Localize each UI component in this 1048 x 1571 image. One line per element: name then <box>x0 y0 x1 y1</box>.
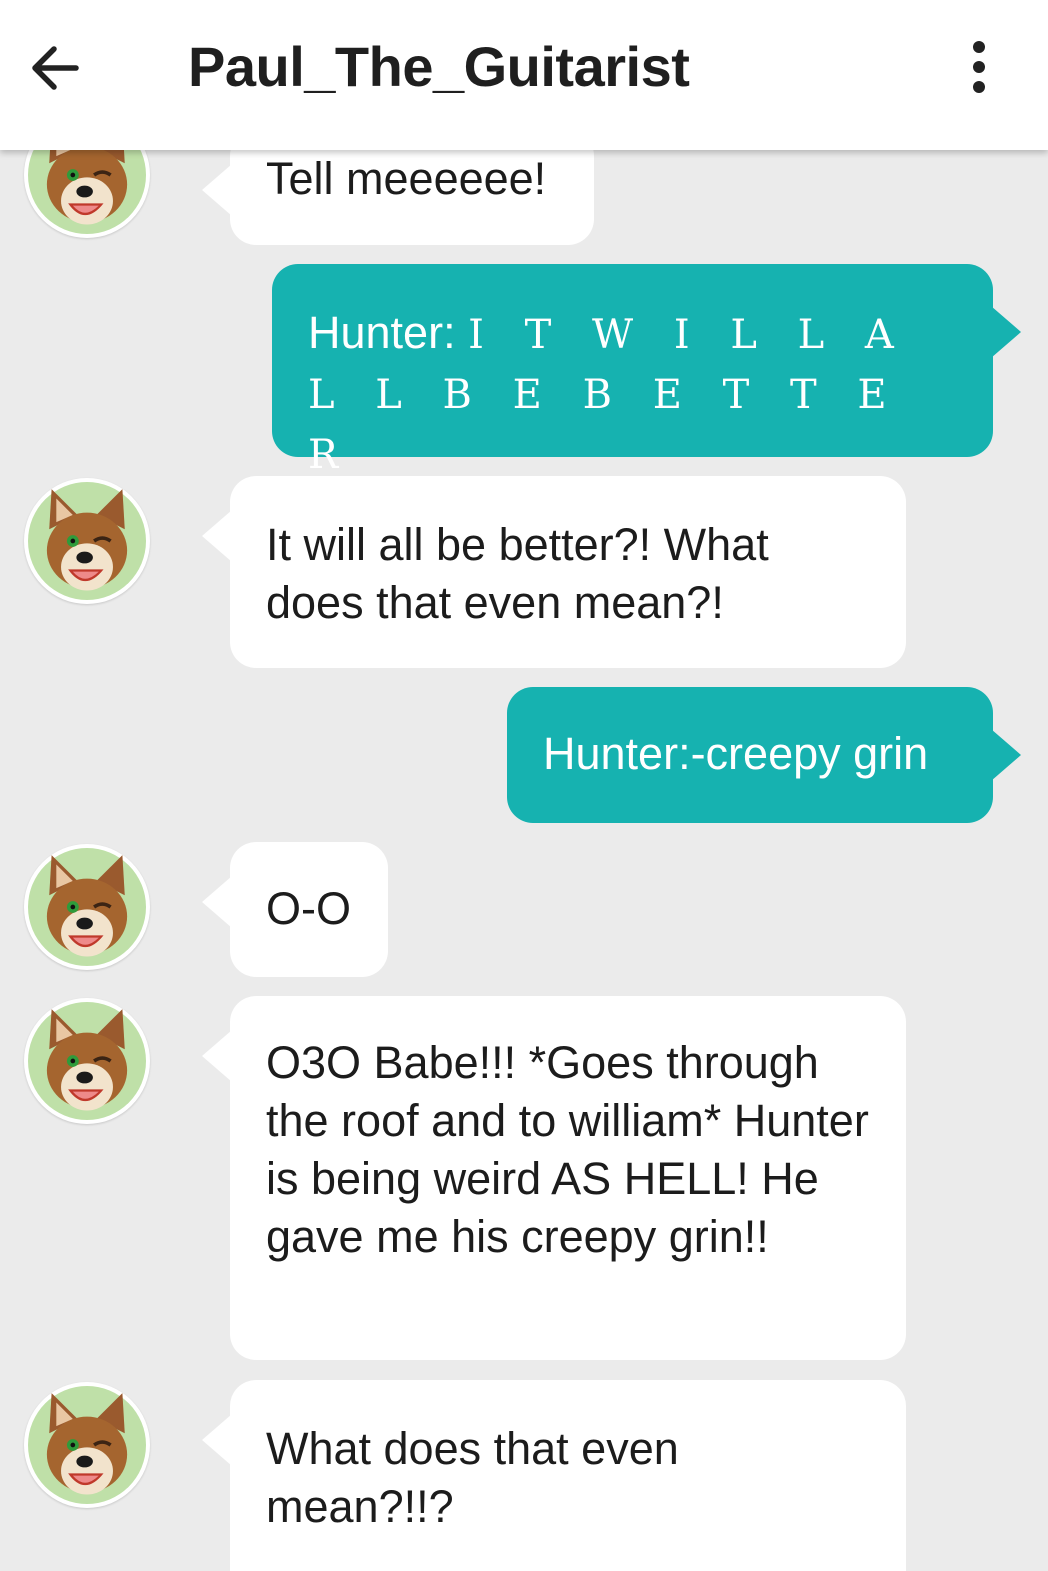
message-text: It will all be better?! What does that e… <box>266 519 769 628</box>
message-list[interactable]: Tell meeeeee! Hunter: I T W I L L A L L … <box>0 0 1048 1571</box>
back-button[interactable] <box>24 38 88 98</box>
message-text: Hunter:-creepy grin <box>543 728 929 779</box>
avatar[interactable] <box>24 1382 150 1508</box>
wolf-avatar-icon <box>28 1386 146 1504</box>
incoming-message[interactable]: It will all be better?! What does that e… <box>202 476 906 668</box>
incoming-message[interactable]: O-O <box>202 842 388 977</box>
outgoing-message[interactable]: Hunter:-creepy grin <box>507 687 1021 823</box>
avatar[interactable] <box>24 844 150 970</box>
wolf-avatar-icon <box>28 482 146 600</box>
app-bar: Paul_The_Guitarist <box>0 0 1048 150</box>
conversation-title: Paul_The_Guitarist <box>188 35 690 98</box>
message-prefix: Hunter: <box>308 307 469 358</box>
wolf-avatar-icon <box>28 1002 146 1120</box>
more-vertical-icon <box>973 41 985 93</box>
avatar[interactable] <box>24 998 150 1124</box>
message-text: Hunter: I T W I L L A L L B E B E T T E … <box>308 304 957 484</box>
incoming-message[interactable]: What does that even mean?!!? <box>202 1380 906 1571</box>
message-text: O-O <box>266 883 351 934</box>
message-text: What does that even mean?!!? <box>266 1423 679 1532</box>
wolf-avatar-icon <box>28 848 146 966</box>
outgoing-message[interactable]: Hunter: I T W I L L A L L B E B E T T E … <box>272 264 1021 478</box>
more-options-button[interactable] <box>954 38 1004 98</box>
arrow-left-icon <box>32 46 79 90</box>
message-text: O3O Babe!!! *Goes through the roof and t… <box>266 1037 869 1262</box>
avatar[interactable] <box>24 478 150 604</box>
incoming-message[interactable]: O3O Babe!!! *Goes through the roof and t… <box>202 996 906 1360</box>
message-text: Tell meeeeee! <box>266 153 547 204</box>
